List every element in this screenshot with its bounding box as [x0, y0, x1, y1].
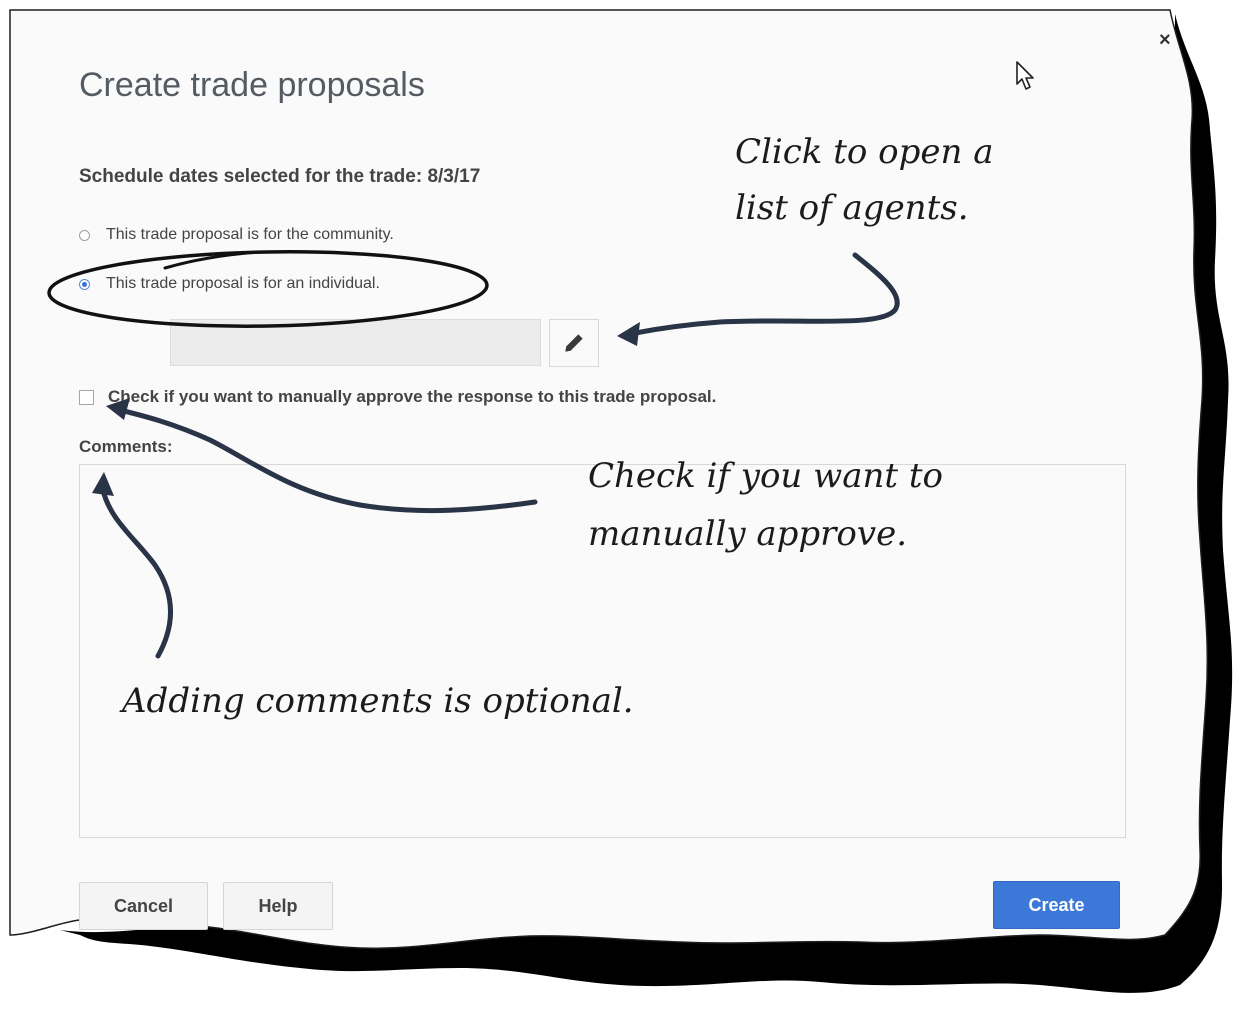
highlight-ellipse: [47, 250, 489, 328]
agents-arrow-shaft: [627, 252, 900, 337]
annotation-approve-line1: Check if you want to: [588, 456, 944, 496]
comments-arrow-shaft: [100, 487, 174, 659]
approve-arrow-head: [106, 398, 130, 420]
annotation-agents-line2: list of agents.: [735, 188, 969, 228]
approve-arrow-shaft: [117, 407, 538, 514]
annotation-approve-line2: manually approve.: [588, 514, 907, 554]
annotation-agents-line1: Click to open a: [735, 132, 994, 172]
annotation-comments-note: Adding comments is optional.: [122, 681, 634, 721]
comments-arrow-head: [92, 472, 114, 496]
agents-arrow-head: [617, 322, 640, 346]
